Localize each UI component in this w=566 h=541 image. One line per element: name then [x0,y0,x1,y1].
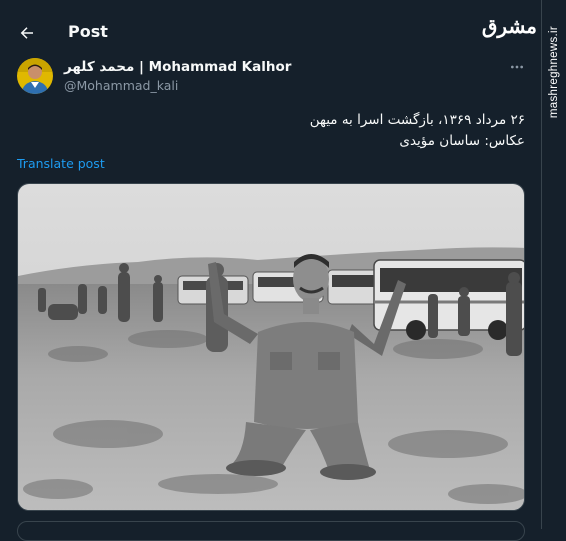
next-card-edge [17,521,525,541]
mashregh-logo: مشرق [481,14,537,38]
author-handle[interactable]: @Mohammad_kali [64,78,178,93]
post-column: Post محمد کلهر | Mohammad Kalhor @Mohamm… [0,0,542,541]
arrow-left-icon [20,27,33,39]
avatar[interactable] [17,58,53,94]
more-options-button[interactable] [506,56,528,78]
post-header: Post [0,0,541,56]
photo-image [18,184,524,510]
back-button[interactable] [14,20,40,46]
page-title: Post [68,22,108,41]
tweet-line: ۲۶ مرداد ۱۳۶۹، بازگشت اسرا به میهن [309,112,525,128]
more-horizontal-icon [511,65,523,69]
tweet-text: ۲۶ مرداد ۱۳۶۹، بازگشت اسرا به میهن عکاس:… [85,110,525,152]
watermark-url: mashreghnews.ir [548,26,560,119]
author-display-name[interactable]: محمد کلهر | Mohammad Kalhor [64,59,291,75]
tweet-line: عکاس: ساسان مؤیدی [399,133,525,149]
translate-post-link[interactable]: Translate post [17,156,105,171]
post-photo[interactable] [17,183,525,511]
